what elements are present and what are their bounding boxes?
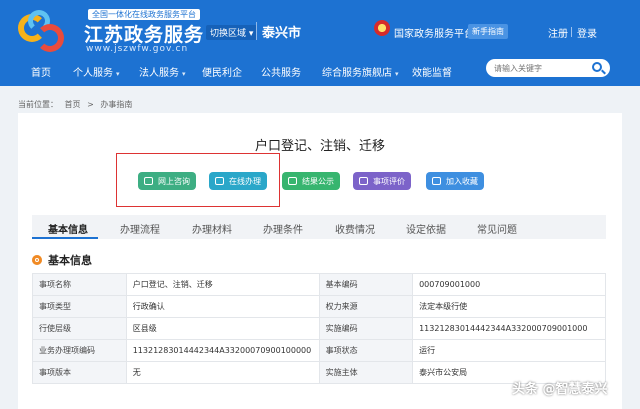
nav-label: 个人服务 — [73, 68, 113, 79]
header-top: 全国一体化在线政务服务平台 江苏政务服务 www.jszwfw.gov.cn 切… — [0, 0, 640, 60]
basic-info-table: 事项名称 户口登记、注销、迁移 基本编码 000709001000 事项类型 行政确认 权力… — [32, 273, 606, 384]
field-value: 户口登记、注销、迁移 — [125, 273, 320, 296]
breadcrumb: 当前位置： 首页 > 办事指南 — [18, 99, 136, 110]
nav-label: 法人服务 — [139, 68, 179, 79]
nav-label: 公共服务 — [261, 68, 301, 79]
online-consult-button[interactable]: 网上咨询 — [138, 172, 196, 190]
national-emblem-icon — [374, 20, 390, 36]
field-label: 实施编码 — [318, 317, 414, 340]
field-label: 业务办理项编码 — [32, 339, 127, 362]
field-label: 基本编码 — [318, 273, 414, 296]
chevron-down-icon: ▾ — [116, 70, 120, 78]
tab-conditions[interactable]: 办理条件 — [263, 221, 303, 236]
search-icon[interactable] — [592, 62, 602, 72]
region-switch-button[interactable]: 切换区域 ▾ — [206, 25, 258, 40]
field-label: 事项版本 — [32, 361, 127, 384]
nav-item-flagship[interactable]: 综合服务旗舰店 ▾ — [322, 64, 399, 79]
section-title: 基本信息 — [48, 254, 92, 267]
result-publicity-button[interactable]: 结果公示 — [282, 172, 340, 190]
document-icon — [288, 177, 297, 185]
national-platform-link[interactable]: 国家政务服务平台 — [394, 25, 474, 40]
table-row: 事项类型 行政确认 权力来源 法定本级行使 — [32, 295, 606, 318]
field-value: 行政确认 — [125, 295, 320, 318]
mail-icon — [215, 177, 224, 185]
breadcrumb-separator: > — [87, 100, 94, 109]
online-handle-button[interactable]: 在线办理 — [209, 172, 267, 190]
tab-materials[interactable]: 办理材料 — [192, 221, 232, 236]
site-title[interactable]: 江苏政务服务 — [84, 20, 204, 47]
button-label: 结果公示 — [302, 176, 334, 186]
button-label: 事项评价 — [373, 176, 405, 186]
evaluate-button[interactable]: 事项评价 — [353, 172, 411, 190]
info-tabs: 基本信息 办理流程 办理材料 办理条件 收费情况 设定依据 常见问题 — [32, 215, 606, 239]
nav-label: 效能监督 — [412, 68, 452, 79]
field-value: 000709001000 — [412, 273, 606, 296]
chevron-down-icon: ▾ — [395, 70, 399, 78]
logo-ring-red — [36, 24, 64, 52]
nav-item-personal[interactable]: 个人服务 ▾ — [73, 64, 120, 79]
region-switch-label: 切换区域 — [210, 29, 247, 39]
field-label: 事项名称 — [32, 273, 127, 296]
nav-label: 综合服务旗舰店 — [322, 68, 392, 79]
register-link[interactable]: 注册 — [548, 25, 568, 40]
tab-basic-info[interactable]: 基本信息 — [48, 221, 88, 236]
search-box — [486, 59, 610, 77]
field-label: 事项类型 — [32, 295, 127, 318]
auth-divider — [571, 27, 572, 37]
field-value: 无 — [125, 361, 320, 384]
field-value: 运行 — [412, 339, 606, 362]
field-label: 权力来源 — [318, 295, 414, 318]
pencil-icon — [359, 177, 368, 185]
button-label: 加入收藏 — [446, 176, 478, 186]
watermark: 头条 @智慧泰兴 — [512, 382, 608, 397]
button-label: 在线办理 — [229, 176, 261, 186]
nav-label: 便民利企 — [202, 68, 242, 79]
search-input[interactable] — [494, 62, 590, 74]
active-tab-indicator — [32, 237, 98, 239]
region-divider — [256, 22, 257, 40]
nav-item-corporate[interactable]: 法人服务 ▾ — [139, 64, 186, 79]
tab-process[interactable]: 办理流程 — [120, 221, 160, 236]
field-value: 11321283014442344A33200070900100000 — [125, 339, 320, 362]
breadcrumb-prefix: 当前位置： — [18, 100, 58, 109]
table-row: 业务办理项编码 11321283014442344A332000709001000… — [32, 339, 606, 362]
tab-faq[interactable]: 常见问题 — [477, 221, 517, 236]
nav-label: 首页 — [31, 68, 51, 79]
page-title: 户口登记、注销、迁移 — [254, 139, 385, 154]
section-bullet-icon — [32, 255, 42, 265]
breadcrumb-home[interactable]: 首页 — [65, 100, 81, 109]
button-label: 网上咨询 — [158, 176, 190, 186]
site-url: www.jszwfw.gov.cn — [86, 44, 189, 54]
section-heading: 基本信息 — [32, 252, 92, 268]
field-label: 行使层级 — [32, 317, 127, 340]
current-region: 泰兴市 — [262, 26, 302, 41]
star-icon — [432, 177, 441, 185]
table-row: 行使层级 区县级 实施编码 11321283014442344A33200070900… — [32, 317, 606, 340]
nav-item-supervision[interactable]: 效能监督 — [412, 64, 452, 79]
table-row: 事项名称 户口登记、注销、迁移 基本编码 000709001000 — [32, 273, 606, 296]
breadcrumb-current: 办事指南 — [100, 100, 133, 109]
chevron-down-icon: ▾ — [248, 29, 254, 39]
chat-icon — [144, 177, 153, 185]
field-label: 事项状态 — [318, 339, 414, 362]
login-link[interactable]: 登录 — [577, 25, 597, 40]
guide-card: 户口登记、注销、迁移 网上咨询 在线办理 结果公示 事项评价 加入收藏 基本信息… — [18, 113, 622, 409]
site-header: 全国一体化在线政务服务平台 江苏政务服务 www.jszwfw.gov.cn 切… — [0, 0, 640, 86]
nav-item-home[interactable]: 首页 — [31, 64, 51, 79]
beginner-guide-link[interactable]: 新手指南 — [468, 24, 508, 39]
chevron-down-icon: ▾ — [182, 70, 186, 78]
nav-item-convenience[interactable]: 便民利企 — [202, 64, 242, 79]
site-logo[interactable] — [18, 10, 74, 54]
platform-slogan: 全国一体化在线政务服务平台 — [88, 9, 200, 20]
field-value: 法定本级行使 — [412, 295, 606, 318]
field-label: 实施主体 — [318, 361, 414, 384]
add-favorite-button[interactable]: 加入收藏 — [426, 172, 484, 190]
field-value: 区县级 — [125, 317, 320, 340]
tab-fees[interactable]: 收费情况 — [335, 221, 375, 236]
tab-basis[interactable]: 设定依据 — [406, 221, 446, 236]
field-value: 11321283014442344A332000709001000 — [412, 317, 606, 340]
nav-item-public[interactable]: 公共服务 — [261, 64, 301, 79]
